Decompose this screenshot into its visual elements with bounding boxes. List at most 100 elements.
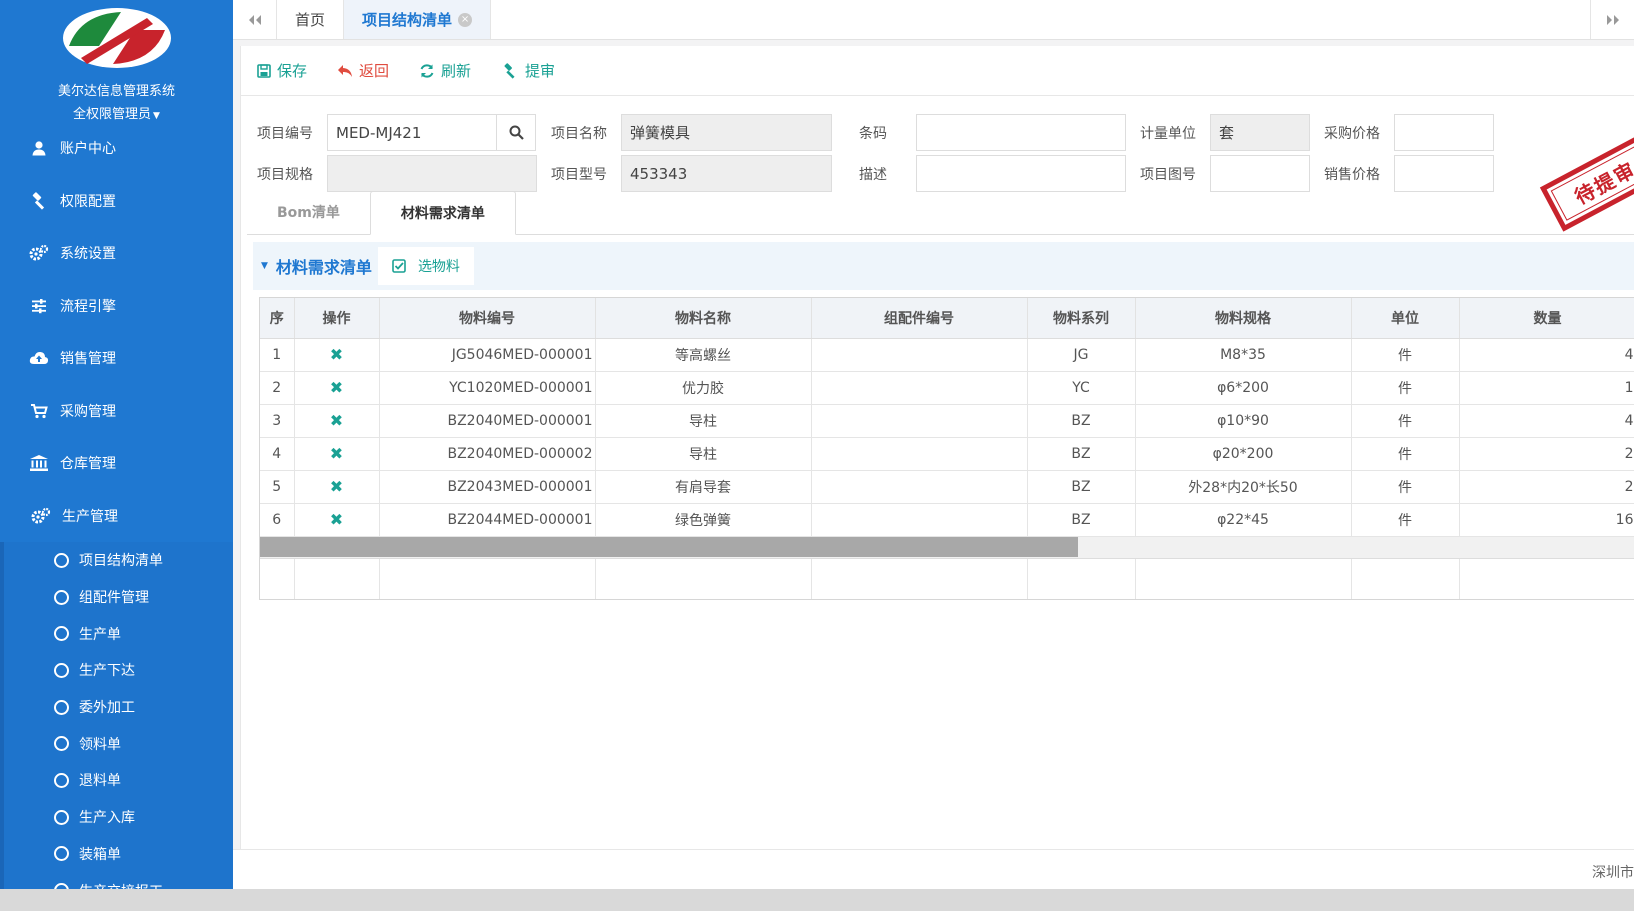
nav-production-management[interactable]: 生产管理 <box>0 490 233 543</box>
refresh-label: 刷新 <box>441 62 472 80</box>
column-header[interactable]: 数量 <box>1459 298 1634 339</box>
sub-item-project-structure[interactable]: 项目结构清单 <box>4 542 233 579</box>
assembly-code <box>811 437 1028 471</box>
footer-text: 深圳市 <box>1592 865 1634 881</box>
delete-icon[interactable]: ✖ <box>330 510 343 529</box>
tab-scroll-right-button[interactable] <box>1590 0 1634 39</box>
window-bottom-strip <box>0 889 1634 911</box>
table-row[interactable]: 3 ✖ BZ2040MED-000001 导柱 BZ φ10*90 件 4 <box>260 404 1634 438</box>
scrollbar-thumb[interactable] <box>260 536 1078 557</box>
delete-row-button[interactable]: ✖ <box>294 470 380 504</box>
user-role-dropdown[interactable]: 全权限管理员 ▼ <box>0 103 233 122</box>
drawing-number-input[interactable] <box>1210 155 1310 192</box>
column-header[interactable]: 物料规格 <box>1135 298 1352 339</box>
sub-item-production-warehousing[interactable]: 生产入库 <box>4 799 233 836</box>
sub-item-material-return[interactable]: 退料单 <box>4 762 233 799</box>
select-material-button[interactable]: 选物料 <box>377 247 474 285</box>
barcode-input[interactable] <box>916 114 1126 151</box>
delete-icon[interactable]: ✖ <box>330 477 343 496</box>
nav-account-center[interactable]: 账户中心 <box>0 122 233 175</box>
delete-row-button[interactable]: ✖ <box>294 338 380 372</box>
table-footer <box>260 558 1634 599</box>
material-qty[interactable]: 1 <box>1459 371 1634 405</box>
purchase-price-label: 采购价格 <box>1324 125 1380 142</box>
column-header[interactable]: 物料名称 <box>595 298 812 339</box>
column-header[interactable]: 操作 <box>294 298 380 339</box>
sub-item-production-order[interactable]: 生产单 <box>4 615 233 652</box>
table-row[interactable]: 6 ✖ BZ2044MED-000001 绿色弹簧 BZ φ22*45 件 16 <box>260 503 1634 537</box>
check-square-icon <box>392 259 406 273</box>
tab-bom-list[interactable]: Bom清单 <box>247 190 370 234</box>
delete-row-button[interactable]: ✖ <box>294 437 380 471</box>
table-row[interactable]: 4 ✖ BZ2040MED-000002 导柱 BZ φ20*200 件 2 <box>260 437 1634 471</box>
delete-row-button[interactable]: ✖ <box>294 371 380 405</box>
nav-label: 权限配置 <box>60 193 116 210</box>
material-series: YC <box>1027 371 1136 405</box>
project-name-label: 项目名称 <box>551 125 607 142</box>
sub-item-outsourcing[interactable]: 委外加工 <box>4 689 233 726</box>
description-input[interactable] <box>916 155 1126 192</box>
sub-item-packing-list[interactable]: 装箱单 <box>4 836 233 873</box>
sale-price-input[interactable] <box>1394 155 1494 192</box>
table-row[interactable]: 2 ✖ YC1020MED-000001 优力胶 YC φ6*200 件 1 <box>260 371 1634 405</box>
horizontal-scrollbar[interactable] <box>260 536 1634 559</box>
sub-item-label: 领料单 <box>79 736 121 753</box>
drawing-number-label: 项目图号 <box>1140 166 1196 183</box>
material-qty[interactable]: 2 <box>1459 437 1634 471</box>
column-header[interactable]: 组配件编号 <box>811 298 1028 339</box>
material-qty[interactable]: 2 <box>1459 470 1634 504</box>
sub-item-production-release[interactable]: 生产下达 <box>4 652 233 689</box>
nav-purchase-management[interactable]: 采购管理 <box>0 385 233 438</box>
material-qty[interactable]: 4 <box>1459 338 1634 372</box>
material-code: BZ2040MED-000001 <box>379 404 596 438</box>
back-button[interactable]: 返回 <box>337 60 389 81</box>
project-search-button[interactable] <box>496 114 536 151</box>
column-header[interactable]: 物料编号 <box>379 298 596 339</box>
bank-icon <box>28 454 50 472</box>
circle-icon <box>54 772 69 788</box>
gears-icon <box>30 507 52 525</box>
material-spec: φ20*200 <box>1135 437 1352 471</box>
column-header[interactable]: 物料系列 <box>1027 298 1136 339</box>
refresh-button[interactable]: 刷新 <box>419 60 471 81</box>
delete-icon[interactable]: ✖ <box>330 378 343 397</box>
project-code-input[interactable]: MED-MJ421 <box>327 114 497 151</box>
tab-scroll-left-button[interactable] <box>233 0 277 39</box>
material-name: 导柱 <box>595 437 812 471</box>
tab-material-requirements[interactable]: 材料需求清单 <box>369 191 516 235</box>
nav-sales-management[interactable]: 销售管理 <box>0 332 233 385</box>
delete-icon[interactable]: ✖ <box>330 345 343 364</box>
column-header[interactable]: 单位 <box>1351 298 1460 339</box>
description-label: 描述 <box>859 166 887 183</box>
row-number: 3 <box>260 404 295 438</box>
nav-workflow-engine[interactable]: 流程引擎 <box>0 280 233 333</box>
delete-row-button[interactable]: ✖ <box>294 404 380 438</box>
close-icon[interactable]: × <box>458 12 473 27</box>
nav-system-settings[interactable]: 系统设置 <box>0 227 233 280</box>
table-row[interactable]: 1 ✖ JG5046MED-000001 等高螺丝 JG M8*35 件 4 <box>260 338 1634 372</box>
row-number: 1 <box>260 338 295 372</box>
delete-icon[interactable]: ✖ <box>330 444 343 463</box>
save-button[interactable]: 保存 <box>257 60 307 81</box>
form-row-2: 项目规格 项目型号 453343 描述 项目图号 销售价格 <box>241 153 1634 194</box>
circle-icon <box>54 846 69 862</box>
tab-home[interactable]: 首页 <box>277 0 345 39</box>
delete-row-button[interactable]: ✖ <box>294 503 380 537</box>
tab-project-structure[interactable]: 项目结构清单 × <box>344 0 492 39</box>
submit-review-button[interactable]: 提审 <box>501 60 555 81</box>
sub-item-label: 组配件管理 <box>79 590 149 607</box>
material-qty[interactable]: 16 <box>1459 503 1634 537</box>
material-table: 序 操作 物料编号 物料名称 组配件编号 物料系列 物料规格 单位 数量 1 ✖… <box>259 297 1634 600</box>
sub-item-assembly-management[interactable]: 组配件管理 <box>4 579 233 616</box>
material-qty[interactable]: 4 <box>1459 404 1634 438</box>
material-name: 等高螺丝 <box>595 338 812 372</box>
table-row[interactable]: 5 ✖ BZ2043MED-000001 有肩导套 BZ 外28*内20*长50… <box>260 470 1634 504</box>
column-header[interactable]: 序 <box>260 298 295 339</box>
nav-permission-config[interactable]: 权限配置 <box>0 175 233 228</box>
section-collapse-toggle[interactable]: ▼ 材料需求清单 <box>261 254 372 278</box>
nav-warehouse-management[interactable]: 仓库管理 <box>0 437 233 490</box>
sub-item-material-requisition[interactable]: 领料单 <box>4 725 233 762</box>
delete-icon[interactable]: ✖ <box>330 411 343 430</box>
purchase-price-input[interactable] <box>1394 114 1494 151</box>
material-spec: φ6*200 <box>1135 371 1352 405</box>
